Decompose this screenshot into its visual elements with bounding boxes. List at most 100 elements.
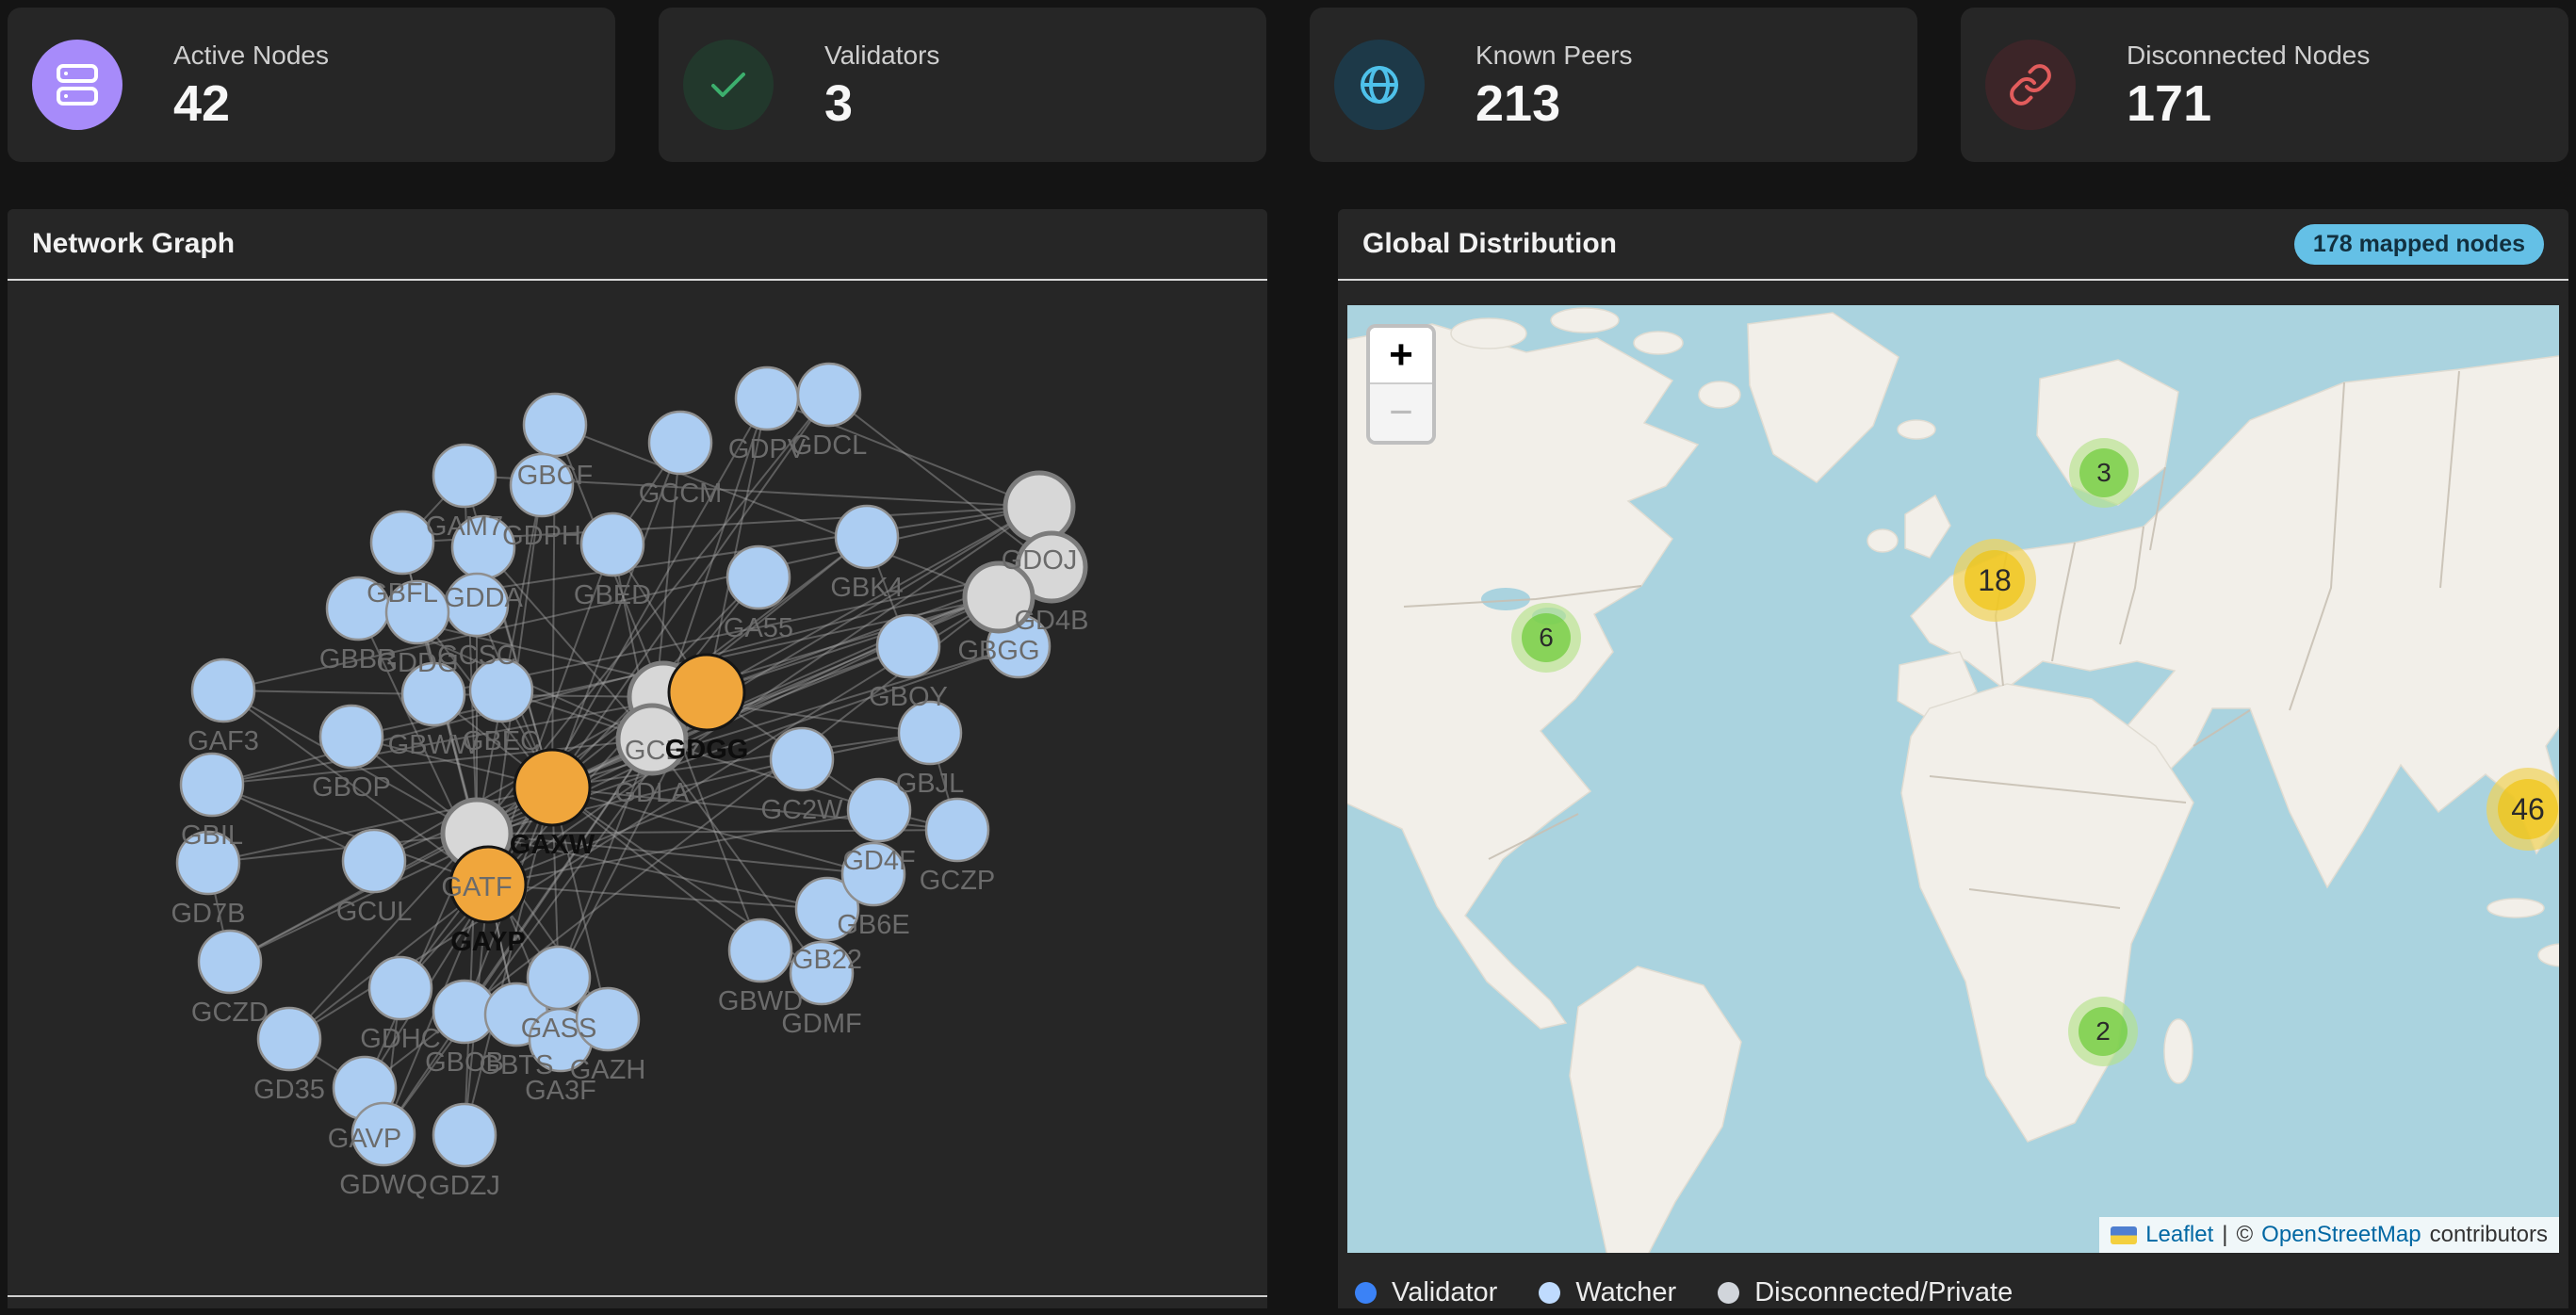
graph-node[interactable] bbox=[433, 1104, 496, 1166]
graph-node-label: GDGG bbox=[665, 735, 749, 765]
leaflet-link[interactable]: Leaflet bbox=[2145, 1222, 2213, 1248]
zoom-in-button[interactable]: + bbox=[1370, 328, 1432, 384]
graph-node-label: GD7B bbox=[171, 899, 246, 929]
page-title-network-graph: Network Graph bbox=[32, 228, 235, 260]
graph-node-label: GB22 bbox=[792, 945, 862, 975]
mapped-nodes-badge: 178 mapped nodes bbox=[2294, 224, 2544, 265]
graph-node[interactable] bbox=[669, 655, 744, 730]
graph-node-label: GBK4 bbox=[830, 573, 903, 603]
graph-node[interactable] bbox=[1005, 473, 1073, 541]
graph-node-label: GDCL bbox=[791, 430, 868, 461]
graph-node-label: GBIL bbox=[181, 820, 243, 851]
cluster-marker-3[interactable]: 3 bbox=[2069, 438, 2139, 508]
cluster-count: 18 bbox=[1978, 563, 2012, 598]
network-graph-panel: Network Graph GDPVGDCLGBCFGCCMGDPHGAM7GB… bbox=[8, 209, 1267, 1308]
validator-dot-icon bbox=[1355, 1282, 1377, 1304]
stat-label: Validators bbox=[824, 41, 939, 71]
graph-node-label: GCUL bbox=[336, 897, 413, 927]
graph-node[interactable] bbox=[528, 947, 590, 1009]
legend-item-watcher: Watcher bbox=[1539, 1277, 1676, 1308]
graph-node[interactable] bbox=[192, 659, 254, 722]
graph-node-label: GATF bbox=[441, 872, 512, 902]
graph-node-label: GD4B bbox=[1015, 606, 1089, 636]
stat-card-validators: Validators 3 bbox=[659, 8, 1266, 162]
network-graph-svg[interactable]: GDPVGDCLGBCFGCCMGDPHGAM7GBEDGBK4GA55GDDA… bbox=[8, 281, 1267, 1295]
openstreetmap-link[interactable]: OpenStreetMap bbox=[2261, 1222, 2421, 1248]
graph-node-label: GBGG bbox=[957, 636, 1039, 666]
graph-node[interactable] bbox=[514, 750, 590, 825]
graph-node-label: GCCM bbox=[639, 479, 723, 509]
graph-node[interactable] bbox=[524, 394, 586, 456]
map-legend: Validator Watcher Disconnected/Private bbox=[1338, 1253, 2568, 1308]
graph-node-label: GAF3 bbox=[187, 726, 259, 756]
graph-node-label: GB6E bbox=[837, 910, 909, 940]
graph-node[interactable] bbox=[369, 957, 432, 1019]
graph-node-label: GDWQ bbox=[339, 1170, 427, 1200]
graph-node-label: GAYP bbox=[450, 927, 526, 957]
graph-node[interactable] bbox=[181, 754, 243, 816]
cluster-marker-2[interactable]: 2 bbox=[2068, 997, 2138, 1066]
graph-node-label: GDDA bbox=[444, 583, 523, 613]
leaflet-map[interactable]: + − 3 18 6 46 2 Leaflet | © OpenStreetMap co… bbox=[1347, 305, 2559, 1253]
graph-node[interactable] bbox=[320, 706, 383, 768]
server-icon bbox=[32, 40, 122, 130]
graph-node[interactable] bbox=[771, 728, 833, 790]
attribution-separator: | bbox=[2222, 1222, 2227, 1248]
graph-node-label: GBOP bbox=[312, 772, 391, 803]
graph-node[interactable] bbox=[798, 364, 860, 426]
legend-label: Validator bbox=[1392, 1277, 1497, 1308]
network-graph-canvas[interactable]: GDPVGDCLGBCFGCCMGDPHGAM7GBEDGBK4GA55GDDA… bbox=[8, 281, 1267, 1297]
legend-label: Disconnected/Private bbox=[1754, 1277, 2013, 1308]
graph-node[interactable] bbox=[729, 919, 791, 982]
graph-node-label: GDZJ bbox=[429, 1171, 500, 1201]
panels-row: Network Graph GDPVGDCLGBCFGCCMGDPHGAM7GB… bbox=[8, 209, 2568, 1308]
graph-node-label: GCZP bbox=[920, 866, 996, 896]
stat-value: 213 bbox=[1475, 78, 1633, 129]
graph-node[interactable] bbox=[649, 412, 711, 474]
graph-node[interactable] bbox=[926, 799, 988, 861]
cluster-count: 2 bbox=[2095, 1016, 2111, 1047]
graph-node-label: GDMF bbox=[781, 1009, 861, 1039]
graph-node-label: GAM7 bbox=[426, 511, 503, 542]
graph-node[interactable] bbox=[343, 830, 405, 892]
graph-node-label: GASS bbox=[521, 1014, 597, 1044]
stat-value: 3 bbox=[824, 78, 939, 129]
cluster-count: 46 bbox=[2511, 792, 2545, 827]
graph-node-label: GBOY bbox=[869, 682, 948, 712]
graph-node[interactable] bbox=[736, 367, 798, 430]
graph-node[interactable] bbox=[371, 511, 433, 574]
cluster-marker-18[interactable]: 18 bbox=[1953, 539, 2036, 622]
cluster-count: 6 bbox=[1539, 623, 1554, 653]
link-icon bbox=[1985, 40, 2076, 130]
graph-node-label: GBEC bbox=[463, 726, 540, 756]
page-title-global-distribution: Global Distribution bbox=[1362, 228, 1617, 260]
map-zoom-control: + − bbox=[1366, 324, 1436, 445]
graph-node-label: GCZD bbox=[191, 998, 269, 1028]
graph-node-label: GC2W bbox=[761, 795, 844, 825]
dashboard: Active Nodes 42 Validators 3 Known Peers… bbox=[0, 0, 2576, 1315]
cluster-count: 3 bbox=[2096, 458, 2111, 488]
graph-node[interactable] bbox=[727, 546, 790, 609]
stat-value: 171 bbox=[2127, 78, 2370, 129]
stats-row: Active Nodes 42 Validators 3 Known Peers… bbox=[8, 8, 2568, 162]
graph-node[interactable] bbox=[836, 506, 898, 568]
stat-label: Disconnected Nodes bbox=[2127, 41, 2370, 71]
stat-label: Active Nodes bbox=[173, 41, 329, 71]
graph-node[interactable] bbox=[877, 615, 939, 677]
graph-node-label: GDDG bbox=[377, 648, 459, 678]
globe-icon bbox=[1334, 40, 1425, 130]
legend-item-disconnected: Disconnected/Private bbox=[1718, 1277, 2013, 1308]
stat-card-active-nodes: Active Nodes 42 bbox=[8, 8, 615, 162]
cluster-marker-6[interactable]: 6 bbox=[1511, 603, 1581, 673]
contributors-text: contributors bbox=[2430, 1222, 2548, 1248]
global-distribution-header: Global Distribution 178 mapped nodes bbox=[1338, 209, 2568, 281]
graph-node[interactable] bbox=[581, 513, 644, 576]
copyright-symbol: © bbox=[2236, 1222, 2253, 1248]
graph-node[interactable] bbox=[433, 445, 496, 507]
zoom-out-button[interactable]: − bbox=[1370, 384, 1432, 441]
graph-node[interactable] bbox=[199, 931, 261, 993]
stat-card-disconnected-nodes: Disconnected Nodes 171 bbox=[1961, 8, 2568, 162]
ukraine-flag-icon bbox=[2111, 1226, 2137, 1244]
graph-node-label: GD4F bbox=[842, 846, 915, 876]
disconnected-dot-icon bbox=[1718, 1282, 1739, 1304]
